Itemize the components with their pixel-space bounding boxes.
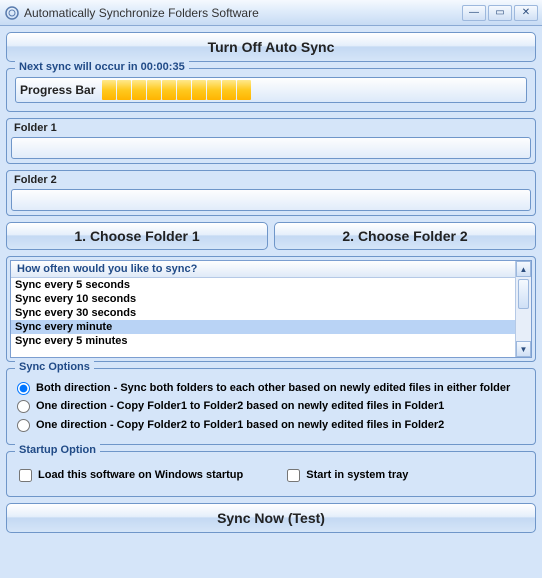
next-sync-group: Next sync will occur in 00:00:35 Progres…: [6, 68, 536, 112]
sync-option-label-1[interactable]: One direction - Copy Folder1 to Folder2 …: [36, 399, 444, 413]
sync-option-label-0[interactable]: Both direction - Sync both folders to ea…: [36, 381, 510, 395]
scroll-up-icon[interactable]: ▲: [516, 261, 531, 277]
list-item[interactable]: Sync every 5 minutes: [11, 334, 515, 348]
list-item[interactable]: Sync every 30 seconds: [11, 306, 515, 320]
choose-folder2-button[interactable]: 2. Choose Folder 2: [274, 222, 536, 250]
list-item[interactable]: Sync every 5 seconds: [11, 278, 515, 292]
folder2-label: Folder 2: [14, 174, 531, 186]
sync-interval-group: How often would you like to sync? Sync e…: [6, 256, 536, 362]
choose-buttons-row: 1. Choose Folder 1 2. Choose Folder 2: [6, 222, 536, 250]
choose-folder1-button[interactable]: 1. Choose Folder 1: [6, 222, 268, 250]
scroll-thumb[interactable]: [518, 279, 529, 309]
window-title: Automatically Synchronize Folders Softwa…: [24, 6, 462, 20]
progress-blocks: [102, 80, 251, 100]
sync-option-radio-1[interactable]: [17, 400, 30, 413]
folder2-input[interactable]: [11, 189, 531, 211]
sync-option-label-2[interactable]: One direction - Copy Folder2 to Folder1 …: [36, 418, 444, 432]
folder1-label: Folder 1: [14, 122, 531, 134]
minimize-button[interactable]: —: [462, 5, 486, 21]
sync-interval-listbox[interactable]: How often would you like to sync? Sync e…: [10, 260, 532, 358]
progress-label: Progress Bar: [16, 83, 99, 97]
turn-off-auto-sync-button[interactable]: Turn Off Auto Sync: [6, 32, 536, 62]
startup-option-legend: Startup Option: [15, 444, 100, 456]
sync-options-legend: Sync Options: [15, 361, 94, 373]
app-icon: [4, 5, 20, 21]
folder1-input[interactable]: [11, 137, 531, 159]
progress-bar: Progress Bar: [15, 77, 527, 103]
start-in-tray-checkbox[interactable]: [287, 469, 300, 482]
start-in-tray-label[interactable]: Start in system tray: [306, 468, 408, 482]
sync-options-group: Sync Options Both direction - Sync both …: [6, 368, 536, 445]
startup-option-group: Startup Option Load this software on Win…: [6, 451, 536, 497]
scroll-down-icon[interactable]: ▼: [516, 341, 531, 357]
title-buttons: — ▭ ✕: [462, 5, 538, 21]
maximize-button[interactable]: ▭: [488, 5, 512, 21]
titlebar: Automatically Synchronize Folders Softwa…: [0, 0, 542, 26]
folder2-group: Folder 2: [6, 170, 536, 216]
list-item[interactable]: Sync every 10 seconds: [11, 292, 515, 306]
close-button[interactable]: ✕: [514, 5, 538, 21]
sync-interval-header: How often would you like to sync?: [11, 261, 515, 278]
list-item[interactable]: Sync every minute: [11, 320, 515, 334]
load-on-startup-checkbox[interactable]: [19, 469, 32, 482]
load-on-startup-label[interactable]: Load this software on Windows startup: [38, 468, 243, 482]
content: Turn Off Auto Sync Next sync will occur …: [0, 26, 542, 539]
sync-option-radio-0[interactable]: [17, 382, 30, 395]
sync-option-radio-2[interactable]: [17, 419, 30, 432]
next-sync-legend: Next sync will occur in 00:00:35: [15, 61, 189, 73]
folder1-group: Folder 1: [6, 118, 536, 164]
sync-now-button[interactable]: Sync Now (Test): [6, 503, 536, 533]
scrollbar[interactable]: ▲ ▼: [515, 261, 531, 357]
